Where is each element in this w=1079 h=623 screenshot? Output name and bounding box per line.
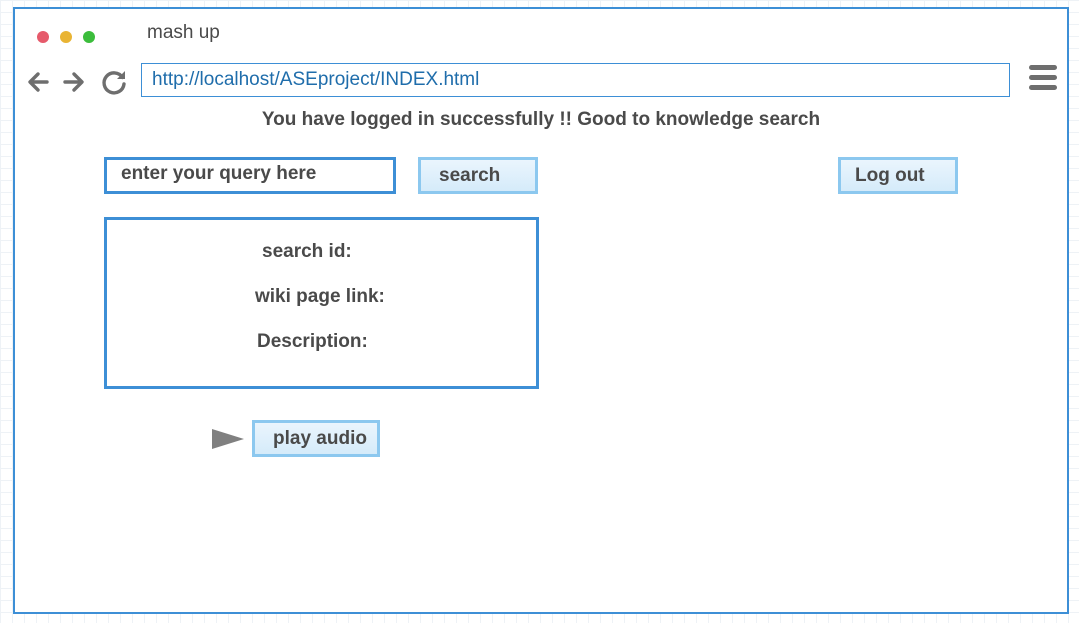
logout-button[interactable]: Log out [838, 157, 958, 194]
play-audio-button[interactable]: play audio [252, 420, 380, 457]
close-window-button[interactable] [37, 31, 49, 43]
browser-window: mash up http://localhost/ASEproject/INDE… [13, 7, 1069, 614]
hamburger-menu-icon[interactable] [1029, 65, 1059, 93]
back-button[interactable] [23, 67, 53, 97]
forward-button[interactable] [59, 67, 89, 97]
search-id-label: search id: [262, 241, 352, 262]
search-query-input[interactable]: enter your query here [104, 157, 396, 194]
search-result-panel: search id: wiki page link: Description: [104, 217, 539, 389]
login-status-message: You have logged in successfully !! Good … [261, 109, 821, 130]
play-icon[interactable] [211, 428, 245, 450]
description-label: Description: [257, 331, 368, 352]
arrow-right-icon [63, 72, 84, 92]
reload-icon [102, 71, 126, 95]
reload-button[interactable] [99, 67, 129, 97]
arrow-left-icon [28, 72, 49, 92]
address-bar[interactable]: http://localhost/ASEproject/INDEX.html [141, 63, 1010, 97]
search-button[interactable]: search [418, 157, 538, 194]
window-title: mash up [147, 22, 220, 43]
wiki-page-link-label: wiki page link: [255, 286, 385, 307]
minimize-window-button[interactable] [60, 31, 72, 43]
maximize-window-button[interactable] [83, 31, 95, 43]
